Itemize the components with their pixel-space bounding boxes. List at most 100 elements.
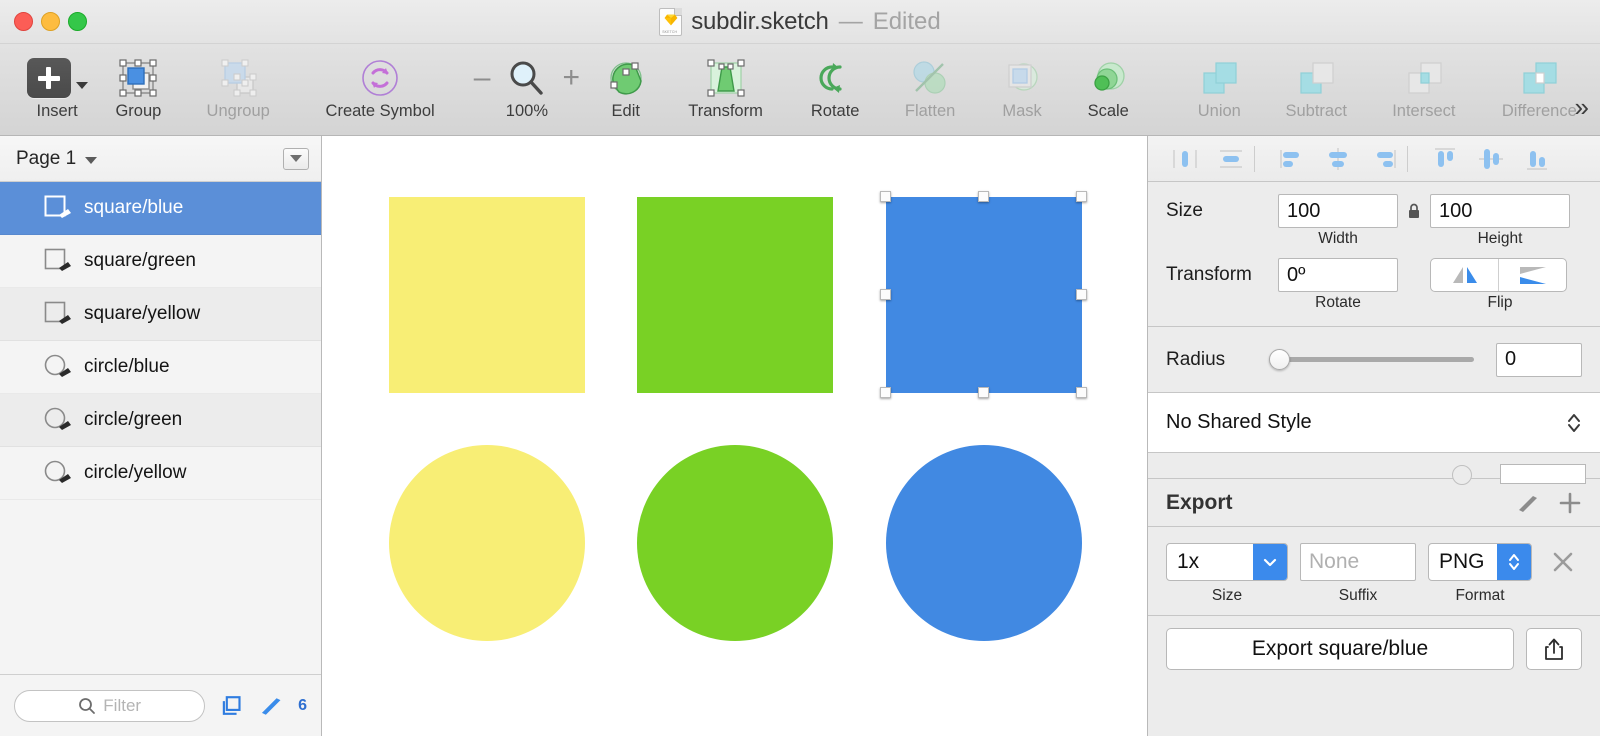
selection-handle-bottom-left[interactable] <box>880 387 891 398</box>
toolbar-create-symbol-button[interactable]: Create Symbol <box>296 44 464 121</box>
share-button[interactable] <box>1526 628 1582 670</box>
export-button[interactable]: Export square/blue <box>1166 628 1514 670</box>
radius-slider-knob[interactable] <box>1269 349 1290 370</box>
export-section-header: Export <box>1148 479 1600 527</box>
zoom-level-label: 100% <box>505 102 548 120</box>
layer-count-label: 6 <box>298 696 307 714</box>
export-format-sublabel: Format <box>1455 587 1505 604</box>
zoom-out-button[interactable]: – <box>474 63 491 93</box>
duplicate-layers-icon[interactable] <box>219 694 244 718</box>
width-input[interactable]: 100 <box>1278 194 1398 228</box>
align-top-icon[interactable] <box>1422 139 1468 179</box>
export-title: Export <box>1166 490 1233 514</box>
align-horizontal-center-icon[interactable] <box>1315 139 1361 179</box>
layer-row-square-green[interactable]: square/green <box>0 235 321 288</box>
main-toolbar: Insert Group Ungroup Create Symbol – + 1… <box>0 44 1600 136</box>
toolbar-ungroup-button[interactable]: Ungroup <box>180 44 295 121</box>
align-right-icon[interactable] <box>1361 139 1407 179</box>
toolbar-flatten-button[interactable]: Flatten <box>881 44 979 121</box>
selection-handle-middle-left[interactable] <box>880 289 891 300</box>
plus-icon[interactable] <box>1558 491 1582 515</box>
stepper-icon[interactable] <box>1566 412 1582 434</box>
chevron-down-icon <box>1253 544 1287 580</box>
layer-name: square/yellow <box>84 303 201 324</box>
selection-handle-top-center[interactable] <box>978 191 989 202</box>
toolbar-union-button[interactable]: Union <box>1175 44 1263 121</box>
toolbar-scale-button[interactable]: Scale <box>1065 44 1151 121</box>
export-size-sublabel: Size <box>1211 587 1243 604</box>
layer-name: circle/blue <box>84 356 170 377</box>
align-vertical-center-icon[interactable] <box>1468 139 1514 179</box>
flip-sublabel: Flip <box>1487 294 1513 311</box>
export-options-row: 1x None PNG Size Suffix Format <box>1148 527 1600 616</box>
canvas-shape-circle-blue[interactable] <box>886 445 1082 641</box>
selection-handle-middle-right[interactable] <box>1076 289 1087 300</box>
circle-layer-icon <box>44 459 74 487</box>
canvas-shape-circle-green[interactable] <box>637 445 833 641</box>
rotate-input[interactable]: 0º <box>1278 258 1398 292</box>
layers-sidebar: Page 1 square/blue square/green square/y… <box>0 136 322 736</box>
toolbar-insert-button[interactable]: Insert <box>18 44 96 121</box>
sketch-document-icon: SKETCH <box>659 8 683 36</box>
size-label: Size <box>1166 200 1203 221</box>
toolbar-overflow-button[interactable]: » <box>1575 92 1590 123</box>
layer-row-circle-blue[interactable]: circle/blue <box>0 341 321 394</box>
selection-handle-top-left[interactable] <box>880 191 891 202</box>
export-size-value: 1x <box>1177 550 1200 573</box>
flip-horizontal-icon[interactable] <box>1431 259 1498 291</box>
layer-row-circle-yellow[interactable]: circle/yellow <box>0 447 321 500</box>
export-format-dropdown[interactable]: PNG <box>1428 543 1532 581</box>
toolbar-edit-button[interactable]: Edit <box>590 44 662 121</box>
toolbar-mask-button[interactable]: Mask <box>979 44 1065 121</box>
distribute-horizontally-icon[interactable] <box>1162 139 1208 179</box>
layer-row-circle-green[interactable]: circle/green <box>0 394 321 447</box>
page-selector[interactable]: Page 1 <box>0 136 321 182</box>
knife-icon[interactable] <box>259 694 284 718</box>
rotate-sublabel: Rotate <box>1315 294 1361 311</box>
toolbar-subtract-button[interactable]: Subtract <box>1263 44 1369 121</box>
radius-input[interactable]: 0 <box>1496 342 1582 377</box>
shared-style-dropdown[interactable]: No Shared Style <box>1148 393 1600 453</box>
lock-closed-icon[interactable] <box>1398 202 1430 220</box>
toolbar-label: Mask <box>1002 102 1042 120</box>
toolbar-label: Insert <box>36 102 78 120</box>
selection-handle-top-right[interactable] <box>1076 191 1087 202</box>
layer-name: square/green <box>84 250 196 271</box>
selection-handle-bottom-right[interactable] <box>1076 387 1087 398</box>
export-suffix-input[interactable]: None <box>1300 543 1416 581</box>
toolbar-label: Subtract <box>1285 102 1347 120</box>
flip-vertical-icon[interactable] <box>1499 259 1566 291</box>
export-remove-button[interactable] <box>1544 543 1582 581</box>
toolbar-intersect-button[interactable]: Intersect <box>1369 44 1479 121</box>
height-sublabel: Height <box>1477 230 1523 247</box>
align-bottom-icon[interactable] <box>1514 139 1560 179</box>
toolbar-group-button[interactable]: Group <box>96 44 180 121</box>
selection-handle-bottom-center[interactable] <box>978 387 989 398</box>
toolbar-rotate-button[interactable]: Rotate <box>789 44 881 121</box>
layer-row-square-yellow[interactable]: square/yellow <box>0 288 321 341</box>
subtract-icon <box>1300 62 1334 94</box>
zoom-in-button[interactable]: + <box>562 63 580 93</box>
toolbar-zoom-control[interactable]: – + 100% <box>464 44 589 121</box>
difference-icon <box>1523 62 1557 94</box>
canvas-shape-square-blue[interactable] <box>886 197 1082 393</box>
page-options-button[interactable] <box>283 147 309 170</box>
design-canvas[interactable] <box>322 136 1148 736</box>
transform-sublabels: Rotate Flip <box>1166 294 1582 312</box>
canvas-shape-square-yellow[interactable] <box>389 197 585 393</box>
layer-row-square-blue[interactable]: square/blue <box>0 182 321 235</box>
group-icon <box>119 59 157 97</box>
radius-slider[interactable] <box>1269 349 1496 370</box>
height-input[interactable]: 100 <box>1430 194 1570 228</box>
export-size-dropdown[interactable]: 1x <box>1166 543 1288 581</box>
canvas-shape-circle-yellow[interactable] <box>389 445 585 641</box>
knife-icon[interactable] <box>1516 492 1542 514</box>
magnifier-icon[interactable] <box>504 56 548 100</box>
align-left-icon[interactable] <box>1269 139 1315 179</box>
filter-input[interactable]: Filter <box>14 689 206 722</box>
distribute-vertically-icon[interactable] <box>1208 139 1254 179</box>
square-layer-icon <box>44 300 74 328</box>
canvas-shape-square-green[interactable] <box>637 197 833 393</box>
alignment-toolbar <box>1148 136 1600 182</box>
toolbar-transform-button[interactable]: Transform <box>662 44 789 121</box>
